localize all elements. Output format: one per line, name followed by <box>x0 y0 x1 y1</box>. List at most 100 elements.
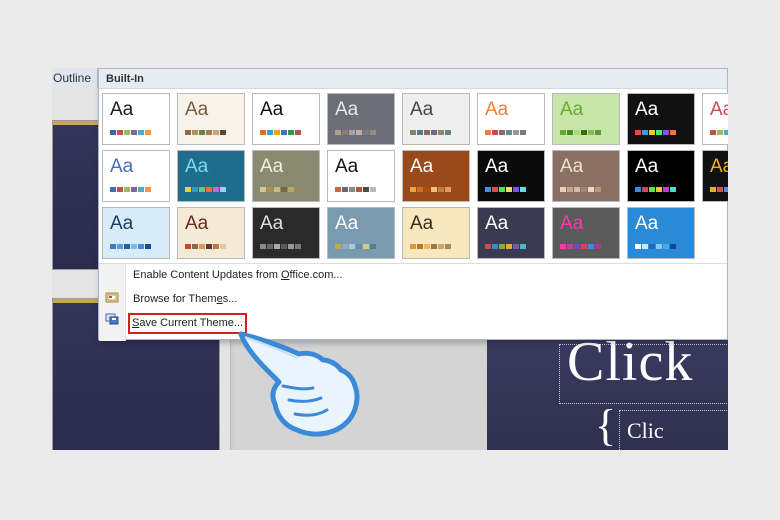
color-swatch <box>560 244 566 249</box>
theme-sample-text: Aa <box>185 99 209 120</box>
browse-for-themes-item[interactable]: Browse for Themes... <box>131 290 239 308</box>
theme-thumbnail[interactable]: Aa <box>327 207 395 259</box>
color-swatch <box>485 130 491 135</box>
theme-color-swatches <box>635 130 676 135</box>
theme-thumbnail[interactable]: Aa <box>102 207 170 259</box>
theme-thumbnail[interactable]: Aa <box>327 93 395 145</box>
screenshot-frame: Outline Click { Clic Built-In Aa Aa Aa Aa Aa… <box>52 68 728 450</box>
theme-color-swatches <box>260 130 301 135</box>
theme-sample-text: Aa <box>335 156 359 177</box>
theme-thumbnail[interactable]: Aa <box>552 93 620 145</box>
theme-sample-text: Aa <box>710 156 728 177</box>
color-swatch <box>206 187 212 192</box>
theme-thumbnail[interactable]: Aa <box>552 150 620 202</box>
menu-item-accesskey: O <box>280 269 290 281</box>
color-swatch <box>260 244 266 249</box>
color-swatch <box>342 187 348 192</box>
theme-thumbnail[interactable]: Aa <box>477 207 545 259</box>
color-swatch <box>124 244 130 249</box>
color-swatch <box>492 244 498 249</box>
color-swatch <box>117 244 123 249</box>
theme-thumbnail[interactable]: Aa <box>252 207 320 259</box>
color-swatch <box>370 187 376 192</box>
theme-thumbnail[interactable]: Aa <box>627 93 695 145</box>
theme-color-swatches <box>335 130 376 135</box>
brace-decoration: { <box>595 401 617 450</box>
color-swatch <box>560 130 566 135</box>
color-swatch <box>642 187 648 192</box>
color-swatch <box>335 130 341 135</box>
tab-outline[interactable]: Outline <box>52 68 98 88</box>
color-swatch <box>588 244 594 249</box>
color-swatch <box>185 130 191 135</box>
color-swatch <box>213 187 219 192</box>
theme-thumbnail[interactable]: Aa <box>477 150 545 202</box>
theme-thumbnail[interactable]: Aa <box>477 93 545 145</box>
color-swatch <box>145 130 151 135</box>
color-swatch <box>363 130 369 135</box>
color-swatch <box>295 130 301 135</box>
enable-content-updates-item[interactable]: Enable Content Updates from Office.com..… <box>131 266 345 284</box>
theme-thumbnail[interactable]: Aa <box>702 150 728 202</box>
theme-sample-text: Aa <box>185 213 209 234</box>
color-swatch <box>274 187 280 192</box>
color-swatch <box>445 187 451 192</box>
color-swatch <box>710 130 716 135</box>
color-swatch <box>410 130 416 135</box>
theme-sample-text: Aa <box>260 156 284 177</box>
theme-thumbnail[interactable]: Aa <box>102 93 170 145</box>
theme-color-swatches <box>335 187 376 192</box>
theme-sample-text: Aa <box>560 156 584 177</box>
color-swatch <box>288 244 294 249</box>
color-swatch <box>267 187 273 192</box>
color-swatch <box>370 244 376 249</box>
theme-color-swatches <box>185 187 226 192</box>
theme-color-swatches <box>635 187 676 192</box>
color-swatch <box>499 187 505 192</box>
theme-thumbnail[interactable]: Aa <box>177 93 245 145</box>
color-swatch <box>424 244 430 249</box>
theme-thumbnail[interactable]: Aa <box>402 150 470 202</box>
theme-thumbnail[interactable]: Aa <box>177 207 245 259</box>
color-swatch <box>281 130 287 135</box>
color-swatch <box>281 187 287 192</box>
theme-color-swatches <box>260 244 301 249</box>
color-swatch <box>567 130 573 135</box>
menu-item-label: ffice.com... <box>289 269 343 281</box>
theme-thumbnail[interactable]: Aa <box>627 150 695 202</box>
color-swatch <box>145 244 151 249</box>
theme-color-swatches <box>335 244 376 249</box>
theme-thumbnail[interactable]: Aa <box>177 150 245 202</box>
color-swatch <box>635 244 641 249</box>
theme-color-swatches <box>410 244 451 249</box>
color-swatch <box>710 187 716 192</box>
color-swatch <box>417 130 423 135</box>
color-swatch <box>656 130 662 135</box>
theme-sample-text: Aa <box>335 99 359 120</box>
save-current-theme-item[interactable]: Save Current Theme... <box>128 313 248 334</box>
theme-sample-text: Aa <box>110 156 134 177</box>
theme-color-swatches <box>560 244 601 249</box>
theme-thumbnail[interactable]: Aa <box>327 150 395 202</box>
slide-canvas[interactable]: Click { Clic <box>487 331 728 450</box>
color-swatch <box>642 244 648 249</box>
color-swatch <box>410 244 416 249</box>
color-swatch <box>417 244 423 249</box>
theme-thumbnail[interactable]: Aa <box>252 93 320 145</box>
color-swatch <box>349 187 355 192</box>
color-swatch <box>199 187 205 192</box>
theme-thumbnail[interactable]: Aa <box>252 150 320 202</box>
color-swatch <box>410 187 416 192</box>
theme-thumbnail[interactable]: Aa <box>627 207 695 259</box>
theme-thumbnail[interactable]: Aa <box>702 93 728 145</box>
color-swatch <box>581 187 587 192</box>
color-swatch <box>363 244 369 249</box>
menu-item-label: s... <box>222 293 238 305</box>
theme-thumbnail[interactable]: Aa <box>402 93 470 145</box>
theme-thumbnail[interactable]: Aa <box>102 150 170 202</box>
theme-thumbnail[interactable]: Aa <box>402 207 470 259</box>
theme-sample-text: Aa <box>560 213 584 234</box>
color-swatch <box>492 130 498 135</box>
theme-sample-text: Aa <box>635 99 659 120</box>
theme-thumbnail[interactable]: Aa <box>552 207 620 259</box>
